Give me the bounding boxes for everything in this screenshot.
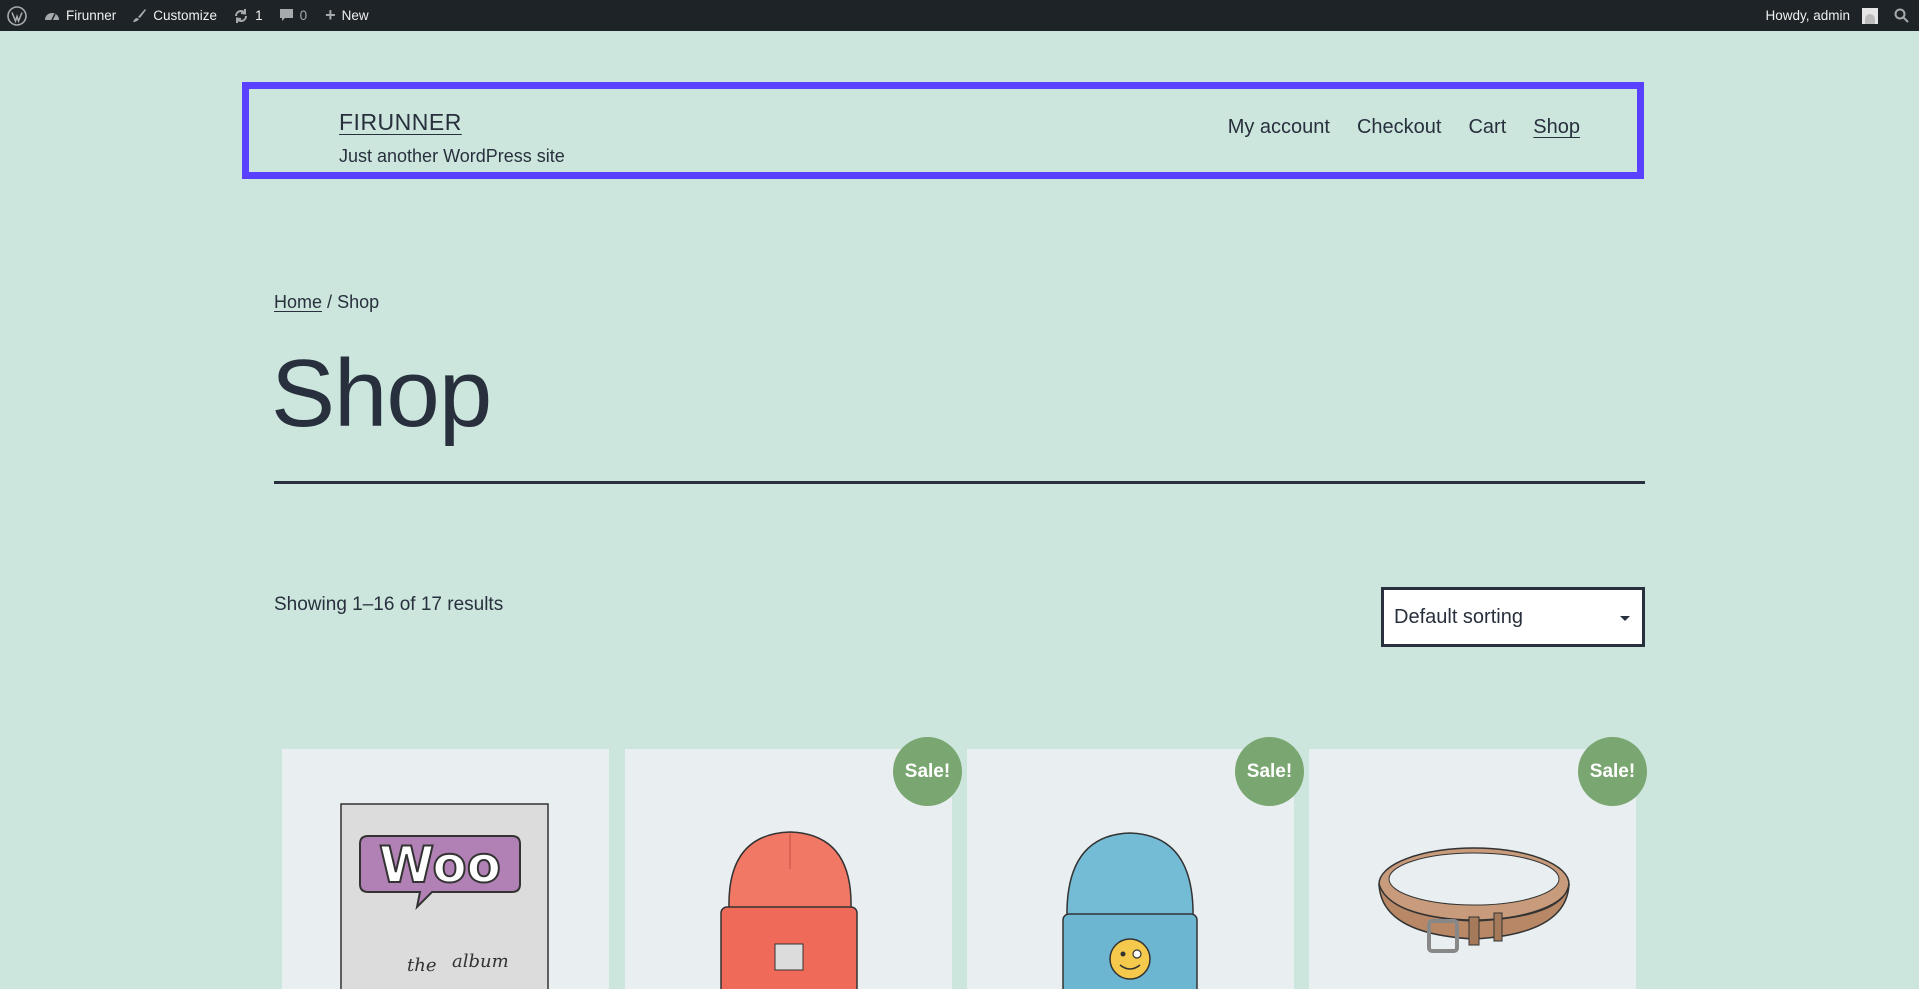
woo-album-image: Woo the album: [340, 803, 549, 989]
breadcrumb-current: Shop: [337, 292, 380, 312]
primary-navigation: My account Checkout Cart Shop: [1228, 116, 1580, 139]
site-tagline: Just another WordPress site: [339, 146, 565, 166]
updates-count: 1: [255, 8, 263, 23]
comments-menu[interactable]: 0: [271, 0, 316, 31]
svg-text:Woo: Woo: [379, 836, 501, 894]
admin-bar: Firunner Customize 1 0 + New Howdy, admi…: [0, 0, 1919, 31]
comment-icon: [279, 8, 294, 23]
wordpress-icon: [7, 5, 27, 26]
new-label: New: [341, 8, 369, 23]
result-count: Showing 1–16 of 17 results: [274, 594, 504, 615]
breadcrumb-home-link[interactable]: Home: [274, 292, 322, 312]
product-card-woo-album[interactable]: Woo the album: [282, 749, 609, 989]
updates-icon: [233, 8, 249, 24]
nav-my-account[interactable]: My account: [1228, 116, 1330, 139]
search-icon: [1894, 8, 1909, 23]
sorting-selected-value: Default sorting: [1394, 605, 1523, 628]
paintbrush-icon: [132, 8, 147, 23]
my-account-menu[interactable]: Howdy, admin: [1757, 0, 1886, 31]
site-name-label: Firunner: [66, 8, 117, 23]
svg-text:album: album: [452, 951, 509, 972]
customize-label: Customize: [153, 8, 218, 23]
admin-bar-secondary: Howdy, admin: [1757, 0, 1919, 31]
sale-badge: Sale!: [893, 737, 962, 806]
site-name-menu[interactable]: Firunner: [36, 0, 124, 31]
dashboard-icon: [44, 9, 60, 23]
search-button[interactable]: [1886, 0, 1919, 31]
avatar: [1862, 7, 1878, 24]
sale-badge: Sale!: [1235, 737, 1304, 806]
sale-badge: Sale!: [1578, 737, 1647, 806]
howdy-label: Howdy, admin: [1765, 8, 1850, 23]
chevron-down-icon: [1620, 616, 1630, 621]
page-title: Shop: [271, 340, 492, 447]
customize-menu[interactable]: Customize: [124, 0, 225, 31]
breadcrumb: Home / Shop: [274, 292, 379, 313]
title-divider: [274, 481, 1645, 484]
nav-checkout[interactable]: Checkout: [1357, 116, 1442, 139]
wordpress-logo-button[interactable]: [0, 0, 36, 31]
updates-menu[interactable]: 1: [225, 0, 271, 31]
plus-icon: +: [325, 5, 336, 25]
comments-count: 0: [299, 8, 308, 23]
site-title[interactable]: FIRUNNER: [339, 109, 462, 136]
new-content-menu[interactable]: + New: [315, 0, 377, 31]
breadcrumb-separator: /: [327, 292, 333, 312]
nav-cart[interactable]: Cart: [1468, 116, 1506, 139]
sorting-select[interactable]: Default sorting: [1381, 587, 1645, 647]
nav-shop[interactable]: Shop: [1533, 116, 1580, 139]
